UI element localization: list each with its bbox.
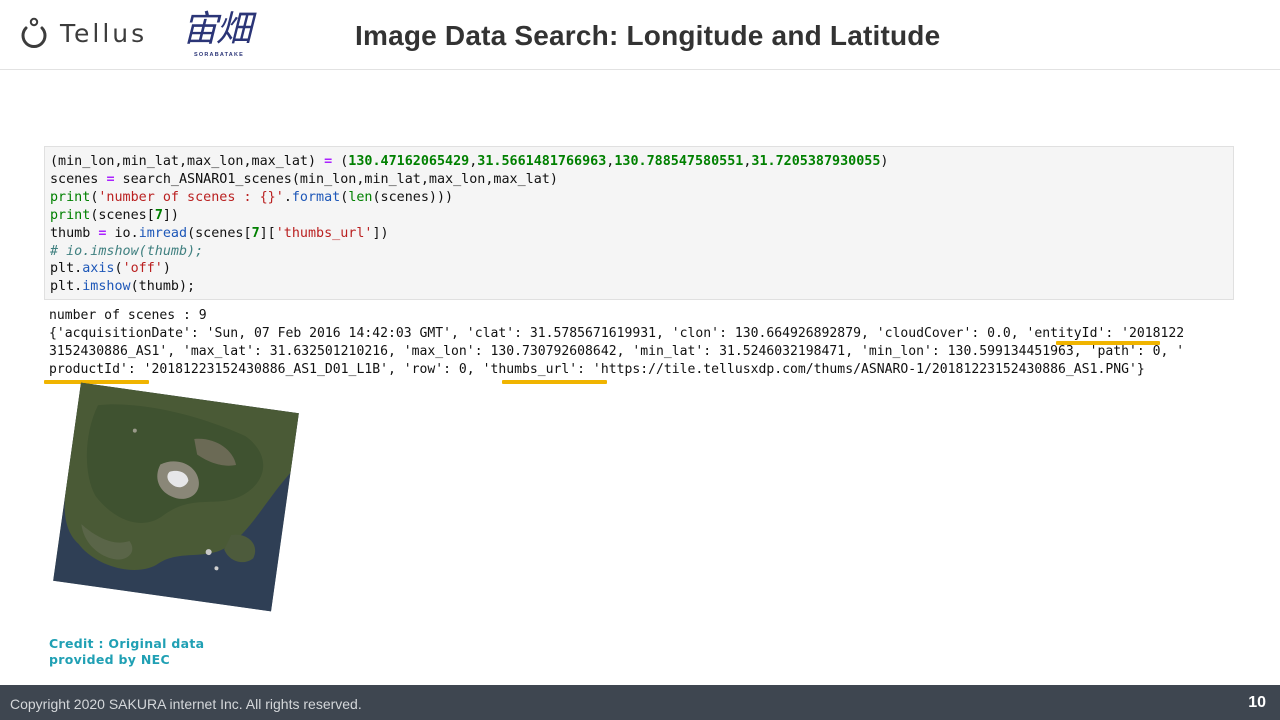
code-line-3: print('number of scenes : {}'.format(len… <box>50 189 454 205</box>
sorabatake-logo: 宙畑 SORABATAKE <box>182 10 262 60</box>
satellite-image <box>53 382 299 612</box>
thumbs-url-highlight <box>502 380 607 384</box>
image-credit: Credit : Original data provided by NEC <box>49 636 204 668</box>
slide-header: Tellus 宙畑 SORABATAKE Image Data Search: … <box>0 0 1280 70</box>
code-line-6: # io.imshow(thumb); <box>50 243 204 259</box>
credit-line-2: provided by NEC <box>49 652 170 667</box>
sorabatake-logo-kanji: 宙畑 <box>182 9 252 50</box>
tellus-logo-text: Tellus <box>60 18 148 48</box>
slide-footer: Copyright 2020 SAKURA internet Inc. All … <box>0 685 1280 720</box>
code-block: (min_lon,min_lat,max_lon,max_lat) = (130… <box>45 147 1233 296</box>
tellus-logo: Tellus <box>18 16 147 50</box>
sorabatake-logo-text: SORABATAKE <box>194 52 244 58</box>
satellite-thumbnail <box>48 382 299 615</box>
page-title: Image Data Search: Longitude and Latitud… <box>355 20 941 51</box>
tellus-ring-icon <box>21 17 47 48</box>
page-number: 10 <box>1248 694 1266 711</box>
code-line-1: (min_lon,min_lat,max_lon,max_lat) = (130… <box>50 154 889 169</box>
copyright-text: Copyright 2020 SAKURA internet Inc. All … <box>10 696 362 712</box>
code-line-7: plt.axis('off') <box>50 261 171 277</box>
output-line-2: {'acquisitionDate': 'Sun, 07 Feb 2016 14… <box>49 326 1185 341</box>
code-line-8: plt.imshow(thumb); <box>50 279 196 295</box>
code-cell[interactable]: (min_lon,min_lat,max_lon,max_lat) = (130… <box>44 146 1234 300</box>
cell-output: number of scenes : 9 {'acquisitionDate':… <box>49 307 1184 379</box>
output-line-4: productId': '20181223152430886_AS1_D01_L… <box>49 362 1145 377</box>
code-line-5: thumb = io.imread(scenes[7]['thumbs_url'… <box>50 225 389 241</box>
product-id-highlight <box>44 380 149 384</box>
code-line-2: scenes = search_ASNARO1_scenes(min_lon,m… <box>50 171 558 187</box>
island-terrain-graphic <box>53 382 299 612</box>
output-line-1: number of scenes : 9 <box>49 308 207 323</box>
code-line-4: print(scenes[7]) <box>50 207 179 223</box>
credit-line-1: Credit : Original data <box>49 636 205 651</box>
output-line-3: 3152430886_AS1', 'max_lat': 31.632501210… <box>49 344 1185 359</box>
entity-id-highlight <box>1056 341 1160 345</box>
